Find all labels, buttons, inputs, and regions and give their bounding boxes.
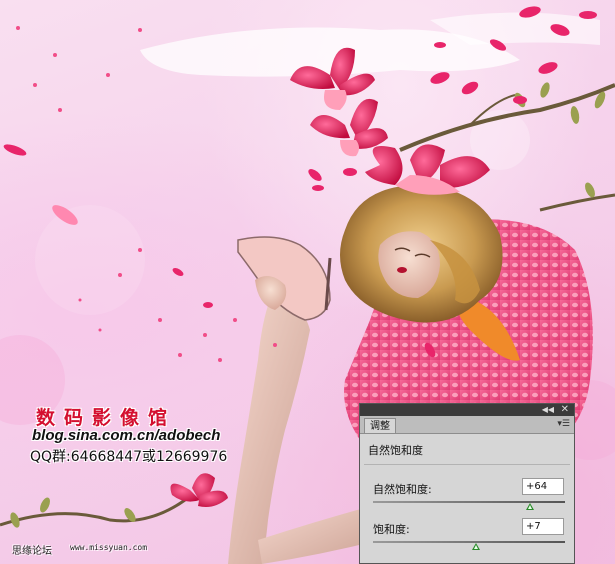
saturation-value-field[interactable]: +7 [522,518,564,535]
vibrance-controls: 自然饱和度: +64 饱和度: +7 [364,464,570,563]
panel-tab-bar: 调整 ▾☰ [360,416,574,434]
panel-menu-icon[interactable]: ▾☰ [557,419,570,430]
vibrance-slider-track[interactable] [373,501,565,503]
url-watermark: www.missyuan.com [70,543,148,552]
saturation-slider-track[interactable] [373,541,565,543]
vibrance-label: 自然饱和度: [373,483,432,496]
magnolia-bottom-left [170,473,228,507]
adjustment-title: 自然饱和度 [368,444,423,457]
forum-watermark: 思缘论坛 [12,546,52,557]
close-icon[interactable]: ✕ [561,404,569,416]
vibrance-slider-thumb[interactable] [526,503,535,510]
studio-watermark: 数码影像馆 [36,407,177,429]
saturation-label: 饱和度: [373,523,410,536]
saturation-slider-thumb[interactable] [471,543,480,550]
qq-watermark: QQ群:64668447或12669976 [30,449,228,465]
vibrance-value-field[interactable]: +64 [522,478,564,495]
panel-title-bar[interactable]: ◀◀ ✕ [360,404,574,416]
magnolia-head [365,144,490,195]
blog-watermark: blog.sina.com.cn/adobech [32,427,221,444]
tab-adjustments[interactable]: 调整 [364,418,396,433]
collapse-panel-icon[interactable]: ◀◀ [542,405,554,415]
adjustments-panel: ◀◀ ✕ 调整 ▾☰ 自然饱和度 自然饱和度: +64 饱和度: +7 [359,403,575,564]
